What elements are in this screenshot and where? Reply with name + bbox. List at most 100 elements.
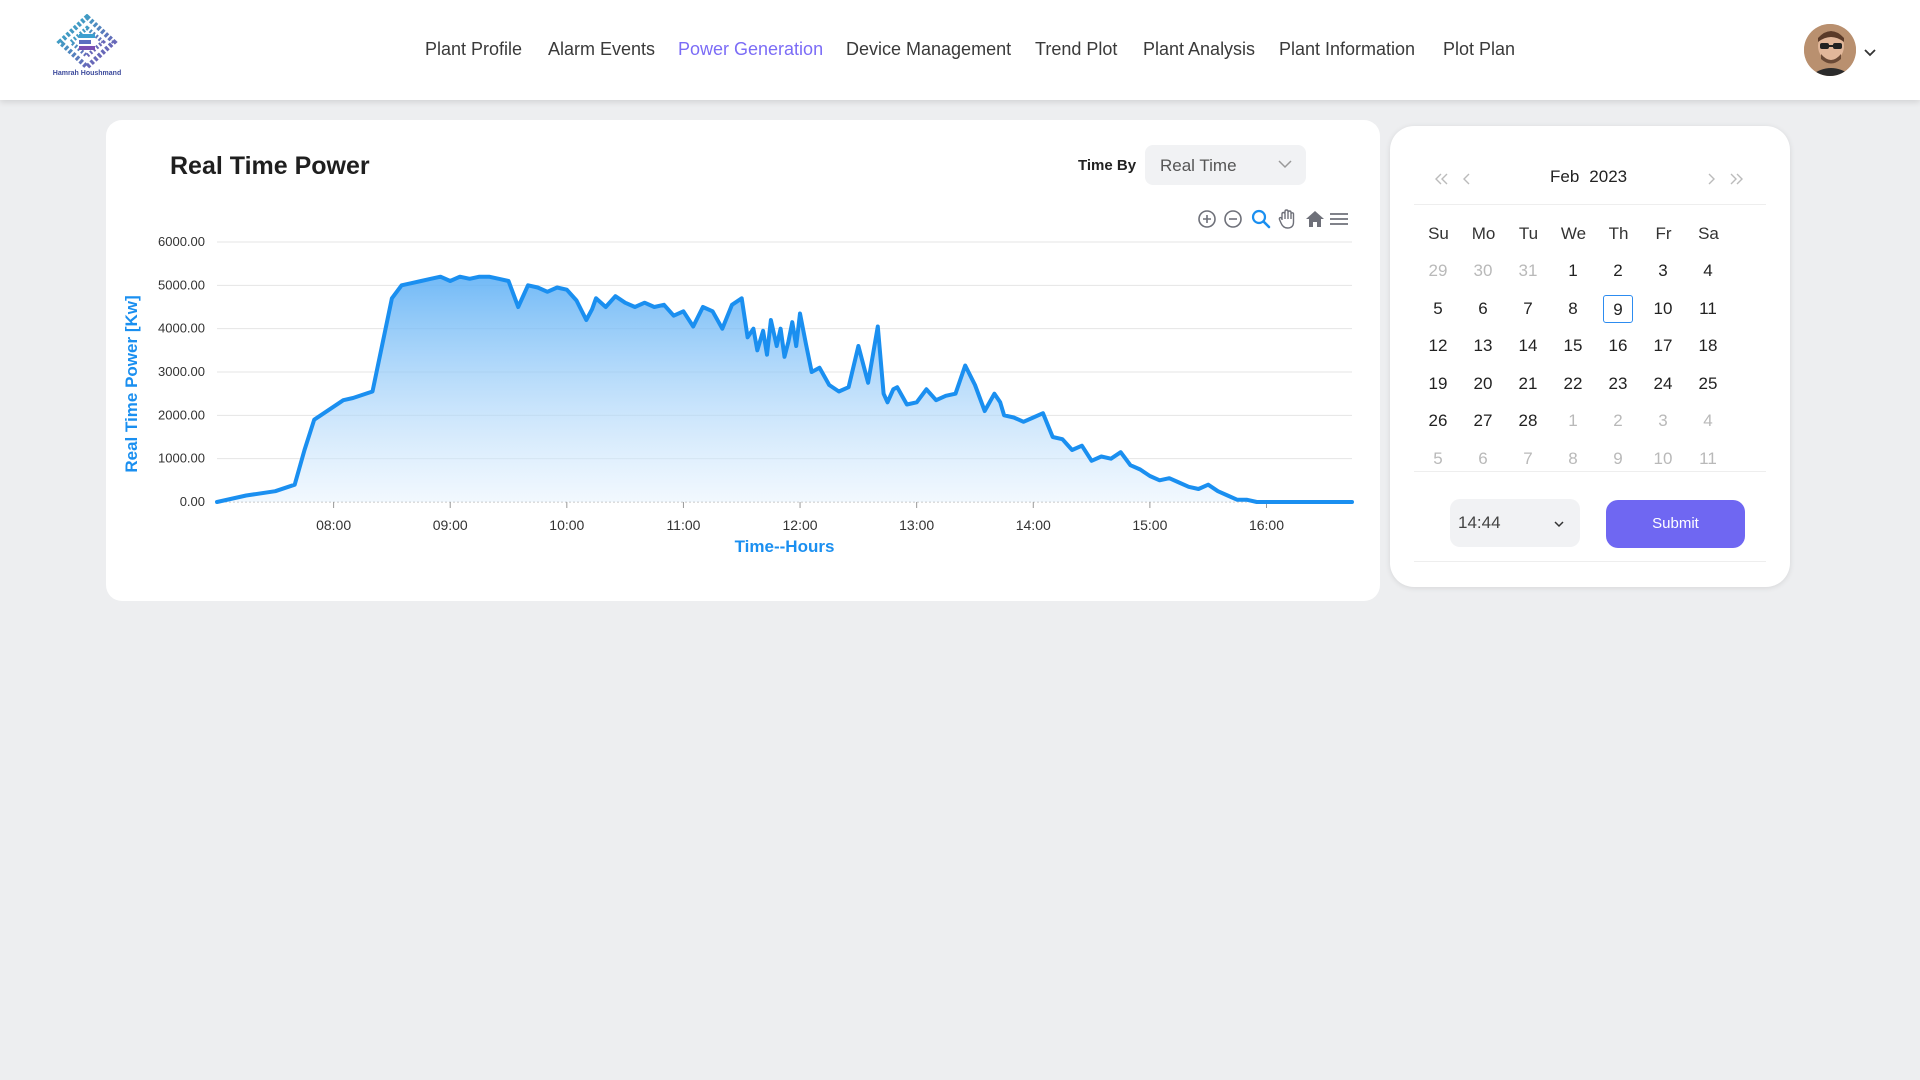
calendar-day[interactable]: 15: [1558, 332, 1588, 360]
next-month-icon[interactable]: [1702, 170, 1720, 188]
calendar-day[interactable]: 22: [1558, 370, 1588, 398]
weekday-label: Tu: [1518, 224, 1539, 243]
time-by-label: Time By: [1078, 157, 1137, 174]
calendar-day[interactable]: 21: [1513, 370, 1543, 398]
calendar-title[interactable]: Feb 2023: [1550, 167, 1637, 187]
nav-plot-plan[interactable]: Plot Plan: [1443, 39, 1515, 60]
calendar-day[interactable]: 6: [1468, 445, 1498, 473]
calendar-day[interactable]: 5: [1423, 445, 1453, 473]
reset-home-icon[interactable]: [1304, 208, 1326, 230]
calendar-day[interactable]: 25: [1693, 370, 1723, 398]
x-axis-title: Time--Hours: [735, 537, 835, 556]
y-tick-label: 1000.00: [158, 451, 205, 466]
calendar-day[interactable]: 14: [1513, 332, 1543, 360]
calendar-day[interactable]: 7: [1513, 445, 1543, 473]
x-tick-label: 15:00: [1132, 517, 1167, 533]
pan-icon[interactable]: [1276, 208, 1298, 230]
weekday-label: Mo: [1471, 224, 1496, 243]
y-tick-label: 4000.00: [158, 321, 205, 336]
nav-plant-information[interactable]: Plant Information: [1279, 39, 1415, 60]
calendar-day[interactable]: 7: [1513, 295, 1543, 323]
nav-plant-analysis[interactable]: Plant Analysis: [1143, 39, 1255, 60]
calendar-day[interactable]: 19: [1423, 370, 1453, 398]
next-year-icon[interactable]: [1728, 170, 1746, 188]
calendar-day[interactable]: 20: [1468, 370, 1498, 398]
calendar-day[interactable]: 12: [1423, 332, 1453, 360]
calendar-day[interactable]: 4: [1693, 257, 1723, 285]
date-picker-card: Feb 2023 Su Mo Tu We Th Fr Sa 29 30 31 1 2 3 4 5…: [1390, 126, 1790, 587]
calendar-day[interactable]: 8: [1558, 295, 1588, 323]
weekday-label: We: [1560, 224, 1587, 243]
previous-year-icon[interactable]: [1432, 170, 1450, 188]
calendar-day[interactable]: 24: [1648, 370, 1678, 398]
calendar-day[interactable]: 27: [1468, 407, 1498, 435]
previous-month-icon[interactable]: [1458, 170, 1476, 188]
selection-zoom-icon[interactable]: [1250, 208, 1272, 230]
time-select[interactable]: 14:44: [1450, 499, 1580, 547]
zoom-out-icon[interactable]: [1222, 208, 1244, 230]
calendar-day[interactable]: 31: [1513, 257, 1543, 285]
calendar-day[interactable]: 30: [1468, 257, 1498, 285]
chevron-down-icon: [1554, 521, 1564, 528]
calendar-day[interactable]: 17: [1648, 332, 1678, 360]
calendar-day[interactable]: 26: [1423, 407, 1453, 435]
calendar-divider: [1414, 561, 1766, 562]
weekday-label: Fr: [1655, 224, 1672, 243]
calendar-month[interactable]: Feb: [1550, 167, 1579, 186]
time-value: 14:44: [1458, 513, 1501, 532]
nav-power-generation[interactable]: Power Generation: [678, 39, 823, 60]
calendar-day[interactable]: 28: [1513, 407, 1543, 435]
calendar-day[interactable]: 9: [1603, 445, 1633, 473]
calendar-day[interactable]: 8: [1558, 445, 1588, 473]
calendar-day[interactable]: 2: [1603, 257, 1633, 285]
y-axis-title: Real Time Power [Kw]: [122, 295, 141, 472]
series-area: [217, 276, 1352, 502]
calendar-day[interactable]: 10: [1648, 295, 1678, 323]
calendar-year[interactable]: 2023: [1589, 167, 1627, 186]
calendar-day[interactable]: 1: [1558, 407, 1588, 435]
x-tick-label: 13:00: [899, 517, 934, 533]
calendar-day[interactable]: 4: [1693, 407, 1723, 435]
main-nav: Plant Profile Alarm Events Power Generat…: [0, 0, 1920, 100]
calendar-divider: [1414, 471, 1766, 472]
user-avatar[interactable]: [1804, 24, 1856, 76]
calendar-day[interactable]: 29: [1423, 257, 1453, 285]
zoom-in-icon[interactable]: [1196, 208, 1218, 230]
calendar-day[interactable]: 11: [1693, 295, 1723, 323]
calendar-day[interactable]: 16: [1603, 332, 1633, 360]
power-chart: 0.00 1000.00 2000.00 3000.00 4000.00 5000.00 6…: [122, 234, 1354, 556]
submit-button[interactable]: Submit: [1606, 500, 1745, 548]
calendar-day[interactable]: 6: [1468, 295, 1498, 323]
calendar-day[interactable]: 23: [1603, 370, 1633, 398]
calendar-day[interactable]: 13: [1468, 332, 1498, 360]
y-tick-label: 3000.00: [158, 364, 205, 379]
nav-alarm-events[interactable]: Alarm Events: [548, 39, 655, 60]
nav-trend-plot[interactable]: Trend Plot: [1035, 39, 1117, 60]
calendar-day[interactable]: 1: [1558, 257, 1588, 285]
y-tick-label: 0.00: [180, 494, 205, 509]
top-navigation-bar: Hamrah Houshmand Plant Profile Alarm Eve…: [0, 0, 1920, 100]
x-tick-label: 12:00: [783, 517, 818, 533]
menu-icon[interactable]: [1328, 208, 1350, 230]
time-by-select[interactable]: Real Time: [1145, 145, 1306, 185]
card-title: Real Time Power: [170, 152, 370, 180]
x-tick-label: 10:00: [549, 517, 584, 533]
calendar-day[interactable]: 18: [1693, 332, 1723, 360]
chevron-down-icon: [1278, 160, 1292, 169]
calendar-day[interactable]: 3: [1648, 257, 1678, 285]
calendar-day[interactable]: 5: [1423, 295, 1453, 323]
calendar-day[interactable]: 11: [1693, 445, 1723, 473]
y-tick-label: 5000.00: [158, 277, 205, 292]
calendar-day-selected[interactable]: 9: [1603, 294, 1633, 323]
weekday-label: Sa: [1698, 224, 1719, 243]
calendar-day[interactable]: 3: [1648, 407, 1678, 435]
calendar-day[interactable]: 10: [1648, 445, 1678, 473]
weekday-label: Su: [1428, 224, 1449, 243]
y-tick-label: 2000.00: [158, 407, 205, 422]
nav-device-management[interactable]: Device Management: [846, 39, 1011, 60]
x-tick-label: 11:00: [666, 517, 700, 533]
nav-plant-profile[interactable]: Plant Profile: [425, 39, 522, 60]
chevron-down-icon[interactable]: [1862, 44, 1878, 60]
x-tick-label: 09:00: [433, 517, 468, 533]
calendar-day[interactable]: 2: [1603, 407, 1633, 435]
